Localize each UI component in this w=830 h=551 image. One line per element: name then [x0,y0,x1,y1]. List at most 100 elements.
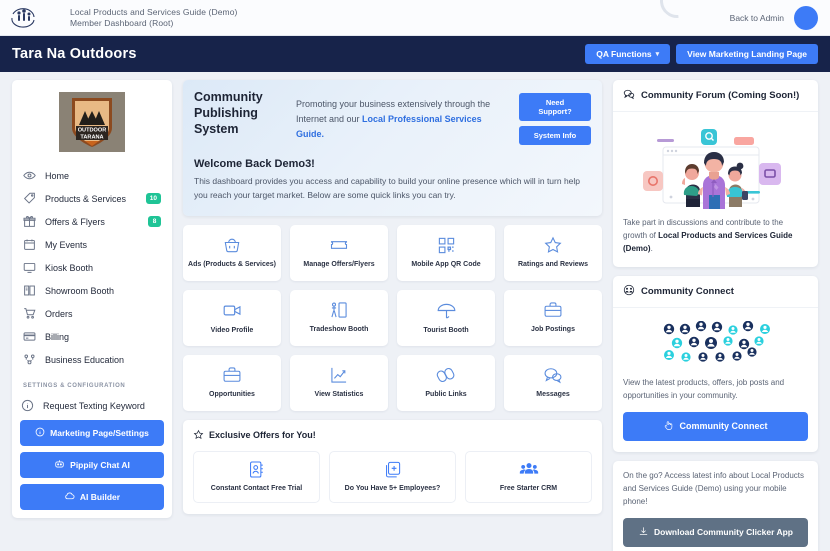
beach-umbrella-icon [436,300,457,321]
tile-mobile-app-qr-code[interactable]: Mobile App QR Code [397,224,495,281]
tile-ads-products-services[interactable]: Ads (Products & Services) [183,224,281,281]
marketing-page-settings-button[interactable]: Marketing Page/Settings [20,420,164,446]
sidebar-item-label: Products & Services [45,193,127,204]
business-header-band: Tara Na Outdoors QA Functions ▾ View Mar… [0,36,830,72]
tile-label: Manage Offers/Flyers [303,261,375,269]
hero-top: Community Publishing System Promoting yo… [194,89,591,145]
sidebar-item-orders[interactable]: Orders [14,302,170,325]
offer-5-plus-employees[interactable]: Do You Have 5+ Employees? [329,450,456,503]
offer-constant-contact-free-trial[interactable]: Constant Contact Free Trial [193,450,320,503]
button-label: Marketing Page/Settings [50,428,149,438]
tile-label: Video Profile [210,326,254,334]
sidebar-item-label: Billing [45,331,70,342]
need-support-button[interactable]: Need Support? [519,93,591,121]
view-marketing-landing-page-button[interactable]: View Marketing Landing Page [676,44,818,64]
calendar-icon [23,238,36,251]
sidebar-item-label: My Events [45,239,88,250]
sidebar-item-label: Orders [45,308,73,319]
top-bar-actions: Back to Admin [730,5,818,30]
star-icon [543,235,563,255]
tile-video-profile[interactable]: Video Profile [183,289,281,346]
button-label: Pippily Chat AI [70,460,130,470]
sidebar-item-request-texting-keyword[interactable]: Request Texting Keyword [12,394,172,417]
cart-icon [23,307,36,320]
ai-builder-button[interactable]: AI Builder [20,484,164,510]
svg-text:OUTDOOR: OUTDOOR [78,128,107,134]
tile-ratings-and-reviews[interactable]: Ratings and Reviews [504,224,602,281]
cloud-icon [64,491,75,503]
briefcase-icon [222,365,242,385]
mobile-app-body: On the go? Access latest info about Loca… [613,461,818,551]
breadcrumb-line-1: Local Products and Services Guide (Demo) [70,6,238,17]
sidebar-item-my-events[interactable]: My Events [14,233,170,256]
offer-label: Constant Contact Free Trial [210,484,303,492]
community-connect-button[interactable]: Community Connect [623,411,808,441]
tile-label: Tradeshow Booth [309,326,369,334]
chart-line-icon [329,365,349,385]
sidebar-item-label: Business Education [45,354,125,365]
tile-tradeshow-booth[interactable]: Tradeshow Booth [290,289,388,346]
avatar[interactable] [794,5,818,30]
community-forum-title: Community Forum (Coming Soon!) [641,90,800,101]
tile-opportunities[interactable]: Opportunities [183,354,281,411]
hero-subtitle: Promoting your business extensively thro… [296,89,509,142]
community-forum-text: Take part in discussions and contribute … [623,217,808,256]
main-content: Community Publishing System Promoting yo… [183,80,602,514]
mobile-app-text: On the go? Access latest info about Loca… [623,470,804,506]
globe-people-icon [623,284,635,299]
sidebar-item-offers-flyers[interactable]: Offers & Flyers 8 [14,210,170,233]
hero-panel: Community Publishing System Promoting yo… [183,80,602,216]
sidebar-item-showroom-booth[interactable]: Showroom Booth [14,279,170,302]
sidebar-section-header: SETTINGS & CONFIGURATION [23,383,126,389]
forum-text-after: . [650,243,653,253]
offer-free-starter-crm[interactable]: Free Starter CRM [465,450,592,503]
app-logo-icon [6,3,42,33]
community-connect-header: Community Connect [613,276,818,308]
sidebar-item-label: Kiosk Booth [45,262,94,273]
sidebar-item-home[interactable]: Home [14,164,170,187]
offer-label: Do You Have 5+ Employees? [344,484,441,492]
hero-title: Community Publishing System [194,90,263,136]
system-info-button[interactable]: System Info [519,126,591,145]
info-icon [35,427,45,439]
community-forum-panel: Community Forum (Coming Soon!) Take part… [613,80,818,267]
sidebar-item-products-services[interactable]: Products & Services 10 [14,187,170,210]
video-camera-icon [222,300,243,321]
tile-label: Mobile App QR Code [411,260,481,268]
three-people-community-illustration [623,121,808,217]
tile-job-postings[interactable]: Job Postings [504,289,602,346]
tile-view-statistics[interactable]: View Statistics [290,354,388,411]
welcome-description: This dashboard provides you access and c… [194,176,581,200]
chat-bubbles-icon [543,365,563,385]
sidebar-badge: 8 [148,216,161,227]
sidebar: OUTDOOR TARANA Home Products & Services [12,80,172,518]
education-icon [23,353,36,366]
medical-plus-icon [383,460,402,479]
sidebar-item-business-education[interactable]: Business Education [14,348,170,371]
tile-messages[interactable]: Messages [504,354,602,411]
business-logo: OUTDOOR TARANA [12,86,172,164]
quick-links-grid: Ads (Products & Services) Manage Offers/… [183,224,602,411]
community-connect-panel: Community Connect View the latest produc… [613,275,818,452]
basket-icon [222,235,242,255]
svg-text:TARANA: TARANA [80,135,103,141]
tile-manage-offers-flyers[interactable]: Manage Offers/Flyers [290,224,388,281]
sidebar-item-kiosk-booth[interactable]: Kiosk Booth [14,256,170,279]
qa-functions-button[interactable]: QA Functions ▾ [585,44,671,64]
back-to-admin-link[interactable]: Back to Admin [730,13,784,23]
tile-tourist-booth[interactable]: Tourist Booth [397,289,495,346]
info-icon [21,399,34,412]
mobile-app-panel: On the go? Access latest info about Loca… [613,460,818,551]
qr-code-icon [437,236,456,255]
download-community-clicker-app-button[interactable]: Download Community Clicker App [623,517,808,547]
sidebar-item-billing[interactable]: Billing [14,325,170,348]
robot-icon [54,459,65,471]
hero-buttons: Need Support? System Info [519,89,591,145]
link-icon [436,365,456,385]
sidebar-item-label: Offers & Flyers [45,216,105,227]
tile-public-links[interactable]: Public Links [397,354,495,411]
download-icon [638,526,649,539]
tile-label: Messages [536,391,570,399]
pippily-chat-ai-button[interactable]: Pippily Chat AI [20,452,164,478]
page-title: Tara Na Outdoors [12,46,137,62]
